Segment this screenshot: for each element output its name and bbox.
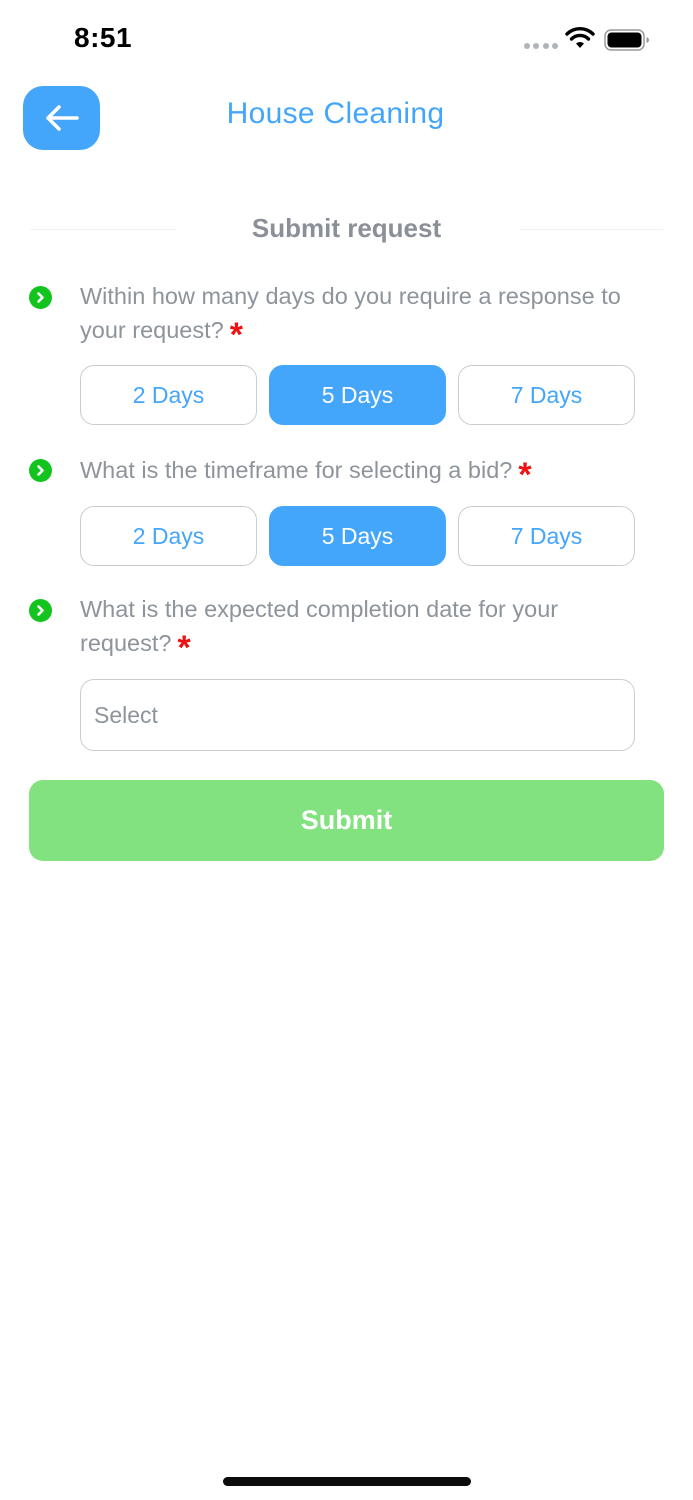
divider-right	[519, 229, 663, 230]
option-7-days[interactable]: 7 Days	[458, 506, 635, 566]
required-asterisk: *	[177, 629, 191, 667]
completion-date-select[interactable]: Select	[80, 679, 635, 751]
option-5-days[interactable]: 5 Days	[269, 365, 446, 425]
question-completion-date: What is the expected completion date for…	[80, 592, 620, 665]
question-response-time: Within how many days do you require a re…	[80, 279, 650, 352]
chevron-right-circle-icon	[29, 286, 52, 309]
submit-button[interactable]: Submit	[29, 780, 664, 861]
chevron-right-circle-icon	[29, 459, 52, 482]
question-text: What is the expected completion date for…	[80, 596, 559, 656]
page-title-text: House Cleaning	[226, 97, 445, 130]
bid-timeframe-options: 2 Days 5 Days 7 Days	[80, 506, 635, 566]
question-text: What is the timeframe for selecting a bi…	[80, 457, 513, 483]
option-5-days[interactable]: 5 Days	[269, 506, 446, 566]
wifi-icon	[565, 27, 595, 48]
question-text: Within how many days do you require a re…	[80, 283, 621, 343]
question-bid-timeframe: What is the timeframe for selecting a bi…	[80, 453, 650, 492]
battery-icon	[604, 29, 649, 51]
response-time-options: 2 Days 5 Days 7 Days	[80, 365, 635, 425]
option-2-days[interactable]: 2 Days	[80, 506, 257, 566]
chevron-right-circle-icon	[29, 599, 52, 622]
status-time: 8:51	[74, 22, 133, 53]
home-indicator	[223, 1477, 471, 1486]
required-asterisk: *	[518, 456, 532, 494]
option-2-days[interactable]: 2 Days	[80, 365, 257, 425]
page-title: House Cleaning	[0, 97, 693, 131]
required-asterisk: *	[229, 316, 243, 354]
option-7-days[interactable]: 7 Days	[458, 365, 635, 425]
select-placeholder: Select	[94, 701, 158, 728]
cellular-signal-icon	[524, 43, 558, 49]
